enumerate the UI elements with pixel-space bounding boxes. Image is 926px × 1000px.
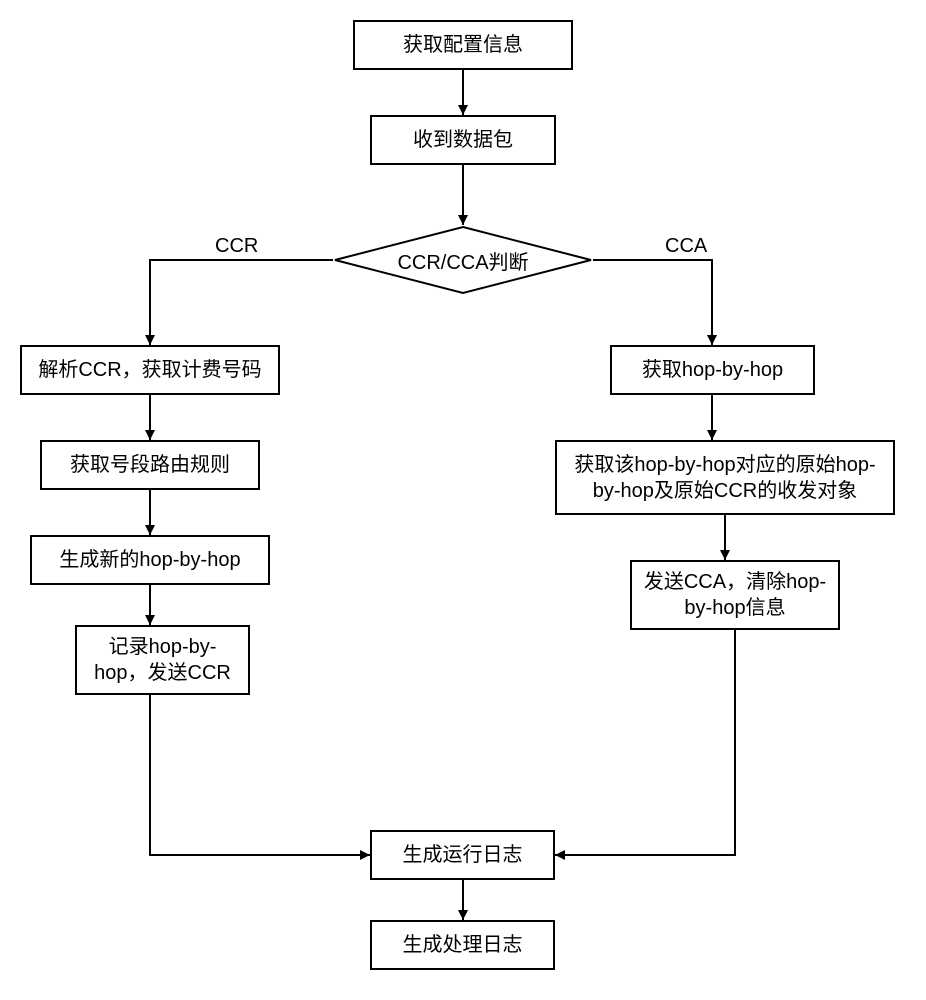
node-receive-packet: 收到数据包	[370, 115, 556, 165]
node-gen-hop: 生成新的hop-by-hop	[30, 535, 270, 585]
node-gen-proc-log: 生成处理日志	[370, 920, 555, 970]
node-gen-run-log: 生成运行日志	[370, 830, 555, 880]
decision-ccr-cca: CCR/CCA判断	[333, 225, 593, 295]
node-get-route-rule: 获取号段路由规则	[40, 440, 260, 490]
node-get-orig-hop: 获取该hop-by-hop对应的原始hop-by-hop及原始CCR的收发对象	[555, 440, 895, 515]
node-parse-ccr: 解析CCR，获取计费号码	[20, 345, 280, 395]
node-get-hop: 获取hop-by-hop	[610, 345, 815, 395]
node-send-cca: 发送CCA，清除hop-by-hop信息	[630, 560, 840, 630]
edge-label-ccr: CCR	[215, 235, 258, 258]
node-record-hop: 记录hop-by-hop，发送CCR	[75, 625, 250, 695]
node-get-config: 获取配置信息	[353, 20, 573, 70]
edge-label-cca: CCA	[665, 235, 707, 258]
decision-label: CCR/CCA判断	[397, 246, 528, 275]
